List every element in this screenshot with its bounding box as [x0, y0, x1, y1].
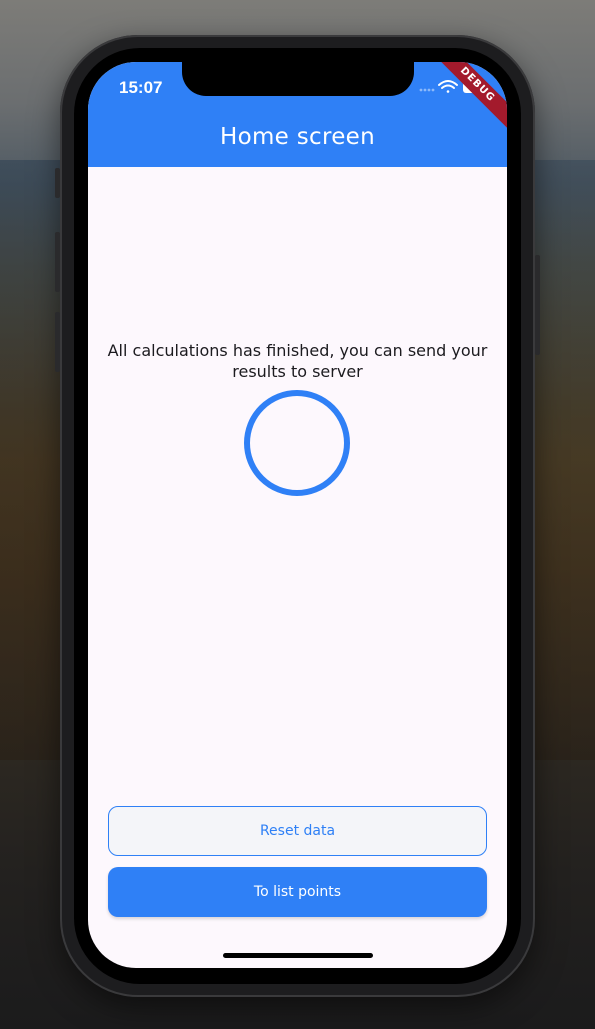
reset-data-label: Reset data: [259, 823, 336, 839]
power-button: [535, 255, 540, 355]
app-bar: 15:07 DEBUG Home screen: [88, 62, 507, 167]
volume-down-button: [55, 312, 60, 372]
to-list-points-button[interactable]: To list points: [108, 867, 487, 917]
to-list-points-label: To list points: [253, 884, 342, 900]
page-title: Home screen: [220, 124, 375, 150]
status-time: 15:07: [119, 78, 163, 97]
progress-ring-icon: [244, 390, 350, 496]
home-indicator[interactable]: [223, 953, 373, 958]
status-message: All calculations has finished, you can s…: [107, 341, 488, 381]
notch: [182, 62, 414, 96]
app-screen: 15:07 DEBUG Home screen All calculations…: [88, 62, 507, 968]
mute-switch: [55, 168, 60, 198]
volume-up-button: [55, 232, 60, 292]
wifi-icon: [438, 80, 458, 93]
reset-data-button[interactable]: Reset data: [108, 806, 487, 856]
background-blur-right: [525, 160, 595, 760]
signal-dots-icon: [419, 88, 435, 92]
